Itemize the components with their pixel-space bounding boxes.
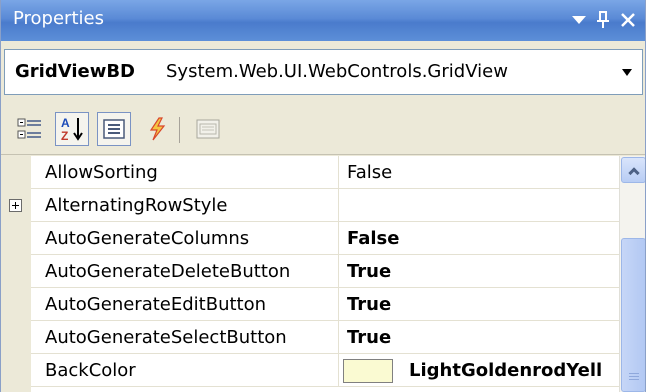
categorized-icon xyxy=(17,118,41,139)
events-button[interactable] xyxy=(140,112,174,146)
properties-toolbar: A Z xyxy=(1,105,645,155)
property-row-autogenerateselectbutton[interactable]: AutoGenerateSelectButton True xyxy=(1,321,619,354)
grip-line xyxy=(629,373,639,374)
object-selector-bar: GridViewBD System.Web.UI.WebControls.Gri… xyxy=(1,41,645,105)
alphabetical-icon: A Z xyxy=(61,116,83,143)
property-name: AllowSorting xyxy=(31,156,339,189)
property-name: AutoGenerateEditButton xyxy=(31,288,339,321)
property-row-autogeneratedeletebutton[interactable]: AutoGenerateDeleteButton True xyxy=(1,255,619,288)
property-pages-button[interactable] xyxy=(191,112,225,146)
property-grid: AllowSorting False AlternatingRowStyle A… xyxy=(1,156,619,392)
chevron-up-icon xyxy=(627,166,640,179)
property-value[interactable]: False xyxy=(339,222,619,255)
property-row-alternatingrowstyle[interactable]: AlternatingRowStyle xyxy=(1,189,619,222)
alphabetical-button[interactable]: A Z xyxy=(55,112,89,146)
property-row-autogenerateeditbutton[interactable]: AutoGenerateEditButton True xyxy=(1,288,619,321)
property-name: AutoGenerateDeleteButton xyxy=(31,255,339,288)
svg-text:Z: Z xyxy=(61,129,68,143)
color-swatch xyxy=(343,359,393,383)
property-value[interactable]: False xyxy=(339,156,619,189)
property-row-allowsorting[interactable]: AllowSorting False xyxy=(1,156,619,189)
svg-text:A: A xyxy=(61,116,70,130)
scroll-up-button[interactable] xyxy=(621,157,645,183)
grip-line xyxy=(629,379,639,380)
object-type: System.Web.UI.WebControls.GridView xyxy=(166,61,508,82)
grip-line xyxy=(629,376,639,377)
property-name: AutoGenerateColumns xyxy=(31,222,339,255)
categorized-button[interactable] xyxy=(13,112,47,146)
close-button[interactable] xyxy=(615,6,641,34)
property-name: AutoGenerateSelectButton xyxy=(31,321,339,354)
property-value[interactable]: True xyxy=(339,288,619,321)
expand-plus-icon[interactable] xyxy=(9,199,22,212)
toolbar-separator xyxy=(179,117,180,143)
window-position-dropdown-button[interactable] xyxy=(566,6,592,34)
auto-hide-pin-button[interactable] xyxy=(590,6,616,34)
property-value[interactable]: True xyxy=(339,255,619,288)
property-value[interactable] xyxy=(339,189,619,222)
property-name: AlternatingRowStyle xyxy=(31,189,339,222)
chevron-down-icon xyxy=(622,69,632,76)
window-title: Properties xyxy=(13,8,104,29)
property-name: BackColor xyxy=(31,354,339,387)
property-row-backcolor[interactable]: BackColor LightGoldenrodYell xyxy=(1,354,619,387)
pin-icon xyxy=(597,11,609,28)
vertical-scrollbar[interactable] xyxy=(619,156,645,392)
object-selector-combo[interactable]: GridViewBD System.Web.UI.WebControls.Gri… xyxy=(4,49,643,95)
object-name: GridViewBD xyxy=(15,61,135,82)
property-row-autogeneratecolumns[interactable]: AutoGenerateColumns False xyxy=(1,222,619,255)
lightning-icon xyxy=(149,117,166,141)
properties-icon xyxy=(103,119,125,139)
property-value[interactable]: True xyxy=(339,321,619,354)
color-name: LightGoldenrodYell xyxy=(409,360,603,381)
property-pages-icon xyxy=(196,119,220,139)
scroll-thumb[interactable] xyxy=(621,238,645,392)
property-value[interactable]: LightGoldenrodYell xyxy=(339,354,619,387)
chevron-down-icon xyxy=(572,16,586,24)
close-icon xyxy=(621,13,635,27)
properties-button[interactable] xyxy=(97,112,131,146)
properties-window: Properties GridViewBD System.Web.UI.WebC… xyxy=(0,0,646,392)
title-bar[interactable]: Properties xyxy=(1,0,645,41)
